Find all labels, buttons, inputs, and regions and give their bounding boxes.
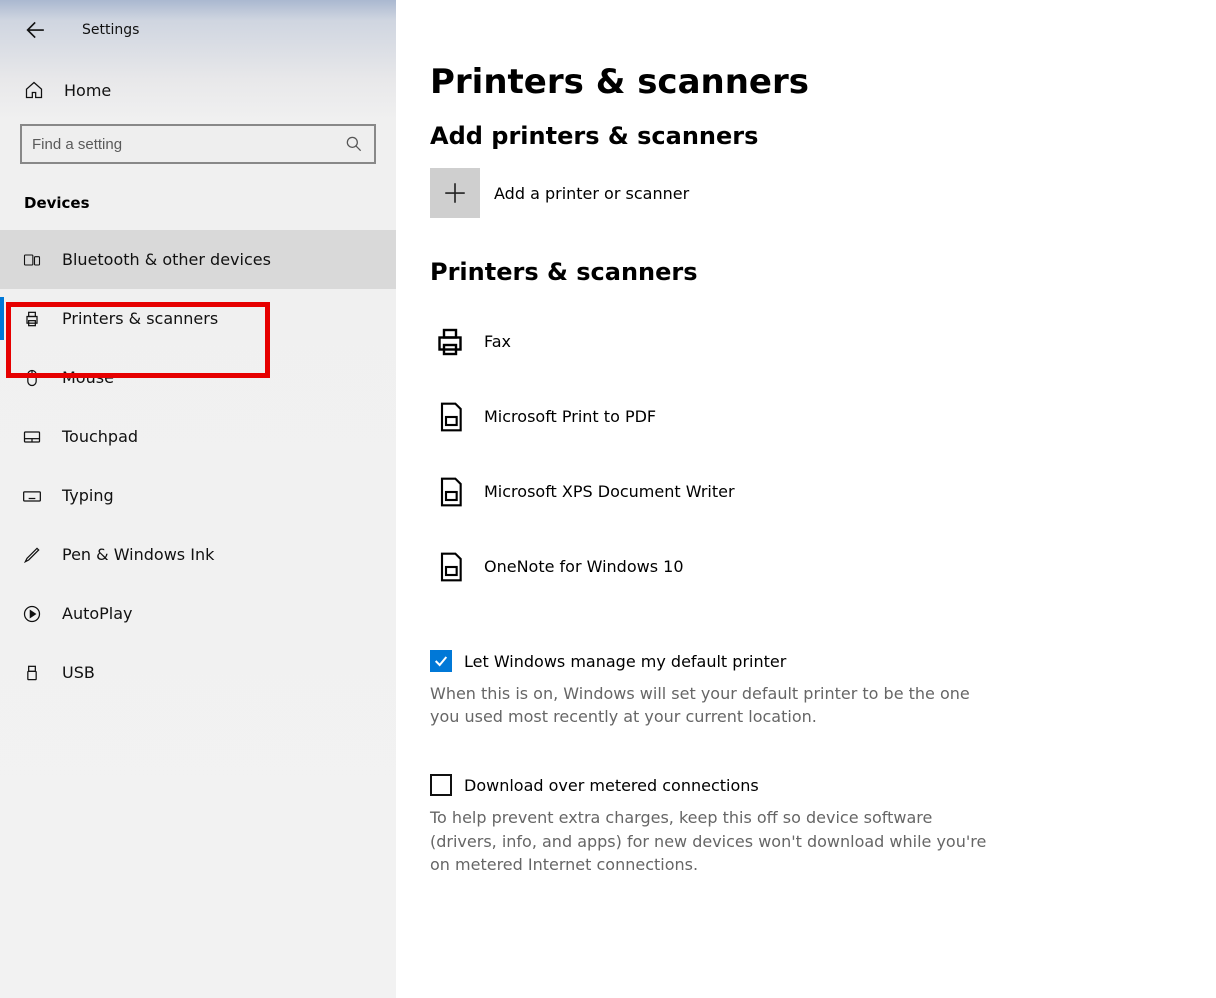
device-onenote[interactable]: OneNote for Windows 10 (430, 529, 1186, 604)
touchpad-icon (22, 427, 42, 447)
device-label: OneNote for Windows 10 (484, 557, 684, 576)
add-printer-label: Add a printer or scanner (494, 184, 689, 203)
pen-icon (22, 545, 42, 565)
main-content: Printers & scanners Add printers & scann… (396, 0, 1216, 998)
nav-printers[interactable]: Printers & scanners (0, 289, 396, 348)
back-button[interactable] (20, 17, 46, 43)
device-pdf[interactable]: Microsoft Print to PDF (430, 379, 1186, 454)
nav-autoplay[interactable]: AutoPlay (0, 584, 396, 643)
nav-label: Bluetooth & other devices (62, 250, 271, 269)
printer-device-icon (430, 324, 470, 360)
nav-label: Touchpad (62, 427, 138, 446)
nav-mouse[interactable]: Mouse (0, 348, 396, 407)
default-printer-desc: When this is on, Windows will set your d… (430, 682, 990, 728)
add-printer-button[interactable]: Add a printer or scanner (430, 168, 1186, 218)
search-input[interactable] (32, 136, 344, 153)
sidebar: Settings Home Devices Bluetooth & other … (0, 0, 396, 998)
nav-pen[interactable]: Pen & Windows Ink (0, 525, 396, 584)
device-label: Fax (484, 332, 511, 351)
printer-icon (22, 309, 42, 329)
search-icon (344, 134, 364, 154)
nav-typing[interactable]: Typing (0, 466, 396, 525)
usb-icon (22, 663, 42, 683)
app-title: Settings (82, 22, 139, 38)
mouse-icon (22, 368, 42, 388)
device-label: Microsoft XPS Document Writer (484, 482, 735, 501)
nav-label: USB (62, 663, 95, 682)
category-title: Devices (0, 164, 396, 230)
nav-bluetooth[interactable]: Bluetooth & other devices (0, 230, 396, 289)
metered-checkbox[interactable] (430, 774, 452, 796)
home-label: Home (64, 81, 111, 100)
bluetooth-devices-icon (22, 250, 42, 270)
nav-label: AutoPlay (62, 604, 133, 623)
keyboard-icon (22, 486, 42, 506)
nav-usb[interactable]: USB (0, 643, 396, 702)
nav-label: Mouse (62, 368, 114, 387)
section-list-title: Printers & scanners (430, 258, 1186, 286)
nav-label: Printers & scanners (62, 309, 218, 328)
home-nav[interactable]: Home (0, 50, 396, 124)
page-title: Printers & scanners (430, 62, 1186, 102)
metered-label: Download over metered connections (464, 776, 759, 795)
device-fax[interactable]: Fax (430, 304, 1186, 379)
nav-touchpad[interactable]: Touchpad (0, 407, 396, 466)
nav-label: Pen & Windows Ink (62, 545, 214, 564)
default-printer-label: Let Windows manage my default printer (464, 652, 786, 671)
default-printer-checkbox[interactable] (430, 650, 452, 672)
device-xps[interactable]: Microsoft XPS Document Writer (430, 454, 1186, 529)
document-printer-icon (430, 476, 470, 508)
plus-icon (430, 168, 480, 218)
search-box[interactable] (20, 124, 376, 164)
autoplay-icon (22, 604, 42, 624)
metered-desc: To help prevent extra charges, keep this… (430, 806, 990, 876)
document-printer-icon (430, 551, 470, 583)
document-printer-icon (430, 401, 470, 433)
section-add-title: Add printers & scanners (430, 122, 1186, 150)
home-icon (24, 80, 44, 100)
device-label: Microsoft Print to PDF (484, 407, 656, 426)
nav-label: Typing (62, 486, 114, 505)
